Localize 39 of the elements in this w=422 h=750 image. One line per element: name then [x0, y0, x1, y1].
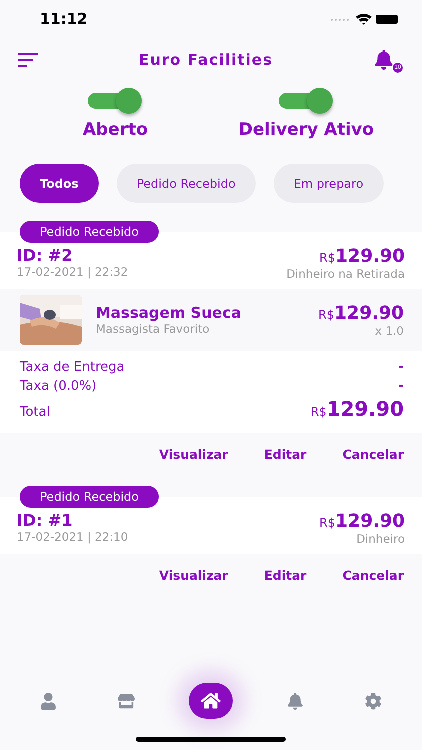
order-action-link[interactable]: Editar	[264, 566, 307, 585]
home-icon[interactable]	[188, 683, 233, 719]
order-date: 17-02-2021 | 22:32	[17, 265, 128, 279]
wifi-icon	[356, 14, 372, 25]
total-label: Total	[20, 405, 50, 420]
order-action-link[interactable]: Visualizar	[159, 445, 228, 464]
payment-method: Dinheiro na Retirada	[286, 267, 405, 281]
fee-value: -	[398, 359, 404, 375]
toggle-switch[interactable]	[278, 88, 334, 112]
order-id: ID: #2	[17, 246, 73, 265]
app-title: Euro Facilities	[138, 51, 274, 69]
fee-value: -	[398, 378, 404, 394]
toggle-label: Aberto	[82, 120, 148, 140]
status-badge: Pedido Recebido	[20, 221, 159, 243]
toggle-label: Delivery Ativo	[238, 120, 374, 140]
order-action-link[interactable]: Cancelar	[342, 566, 404, 585]
item-quantity: x 1.0	[375, 324, 404, 338]
price: R$129.90	[310, 397, 404, 421]
filter-chip[interactable]: Todos	[20, 164, 99, 203]
item-name: Massagem Sueca	[96, 304, 242, 322]
order-action-link[interactable]: Visualizar	[159, 566, 228, 585]
order-action-link[interactable]: Editar	[264, 445, 307, 464]
menu-icon[interactable]	[18, 53, 38, 67]
payment-method: Dinheiro	[356, 532, 405, 546]
status-time: 11:12	[40, 10, 88, 28]
item-provider: Massagista Favorito	[96, 322, 210, 336]
order-id: ID: #1	[17, 511, 73, 530]
price: R$129.90	[320, 246, 405, 267]
order-action-link[interactable]: Cancelar	[342, 445, 404, 464]
fee-label: Taxa de Entrega	[20, 360, 125, 375]
toggle-switch[interactable]	[88, 88, 144, 112]
battery-icon	[376, 15, 398, 24]
order-date: 17-02-2021 | 22:10	[17, 530, 128, 544]
filter-chip[interactable]: Em preparo	[274, 164, 384, 203]
price: R$129.90	[318, 302, 404, 324]
status-badge: Pedido Recebido	[20, 486, 159, 508]
price: R$129.90	[320, 511, 405, 532]
filter-chip[interactable]: Pedido Recebido	[116, 164, 256, 203]
fee-label: Taxa (0.0%)	[20, 379, 97, 394]
